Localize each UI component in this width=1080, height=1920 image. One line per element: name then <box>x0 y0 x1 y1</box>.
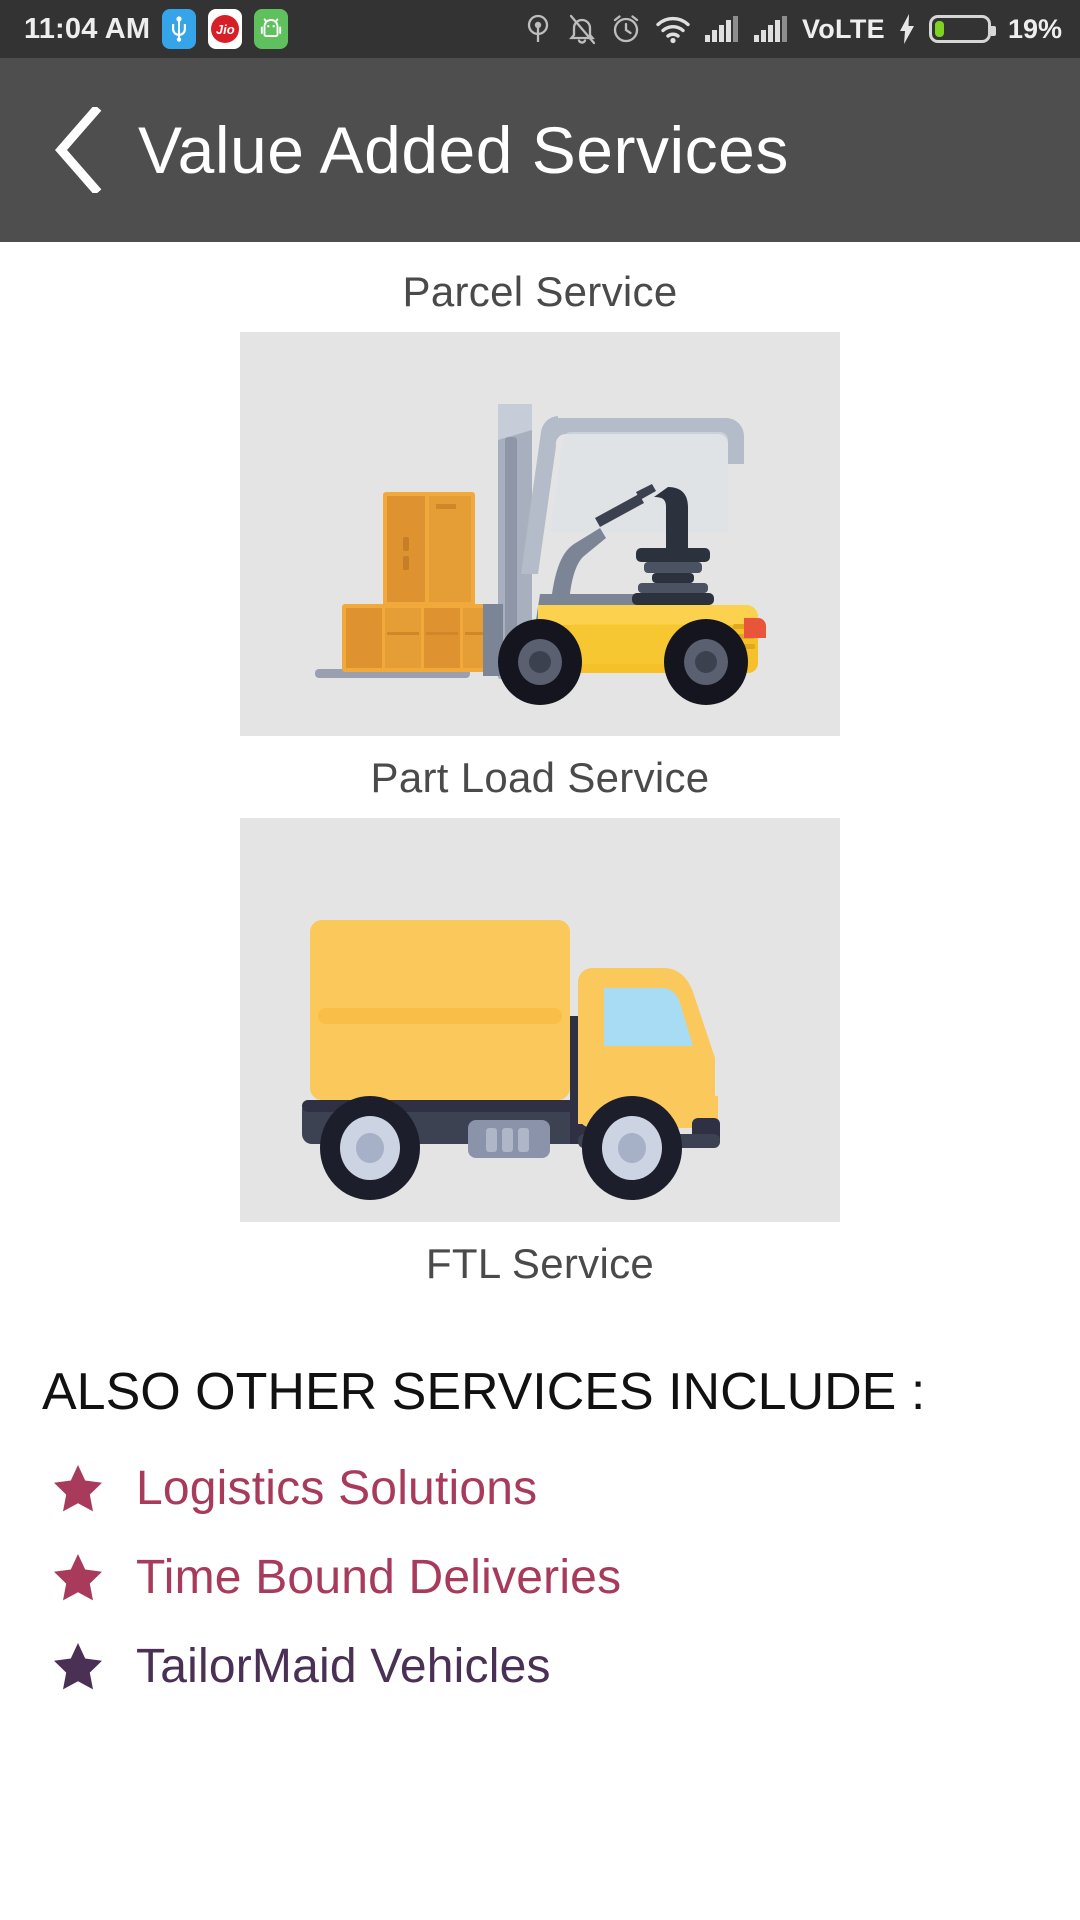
signal-sim1-icon <box>704 15 740 43</box>
forklift-illustration[interactable] <box>240 332 840 736</box>
signal-sim2-icon <box>753 15 789 43</box>
alarm-clock-icon <box>610 13 642 45</box>
truck-illustration[interactable] <box>240 818 840 1222</box>
charging-bolt-icon <box>898 14 916 44</box>
other-service-label: Logistics Solutions <box>136 1462 538 1515</box>
service-label-ftl: FTL Service <box>425 1240 655 1287</box>
service-label-part-load: Part Load Service <box>370 754 710 801</box>
jio-icon-label: Jio <box>211 15 240 43</box>
battery-icon <box>928 15 996 43</box>
usb-icon <box>162 9 197 49</box>
page-title: Value Added Services <box>138 113 789 187</box>
mute-bell-icon <box>567 13 597 45</box>
other-service-label: Time Bound Deliveries <box>136 1551 622 1604</box>
volte-label: VoLTE <box>801 13 885 44</box>
jio-icon: Jio <box>208 9 243 49</box>
star-icon <box>52 1553 108 1603</box>
service-label-parcel: Parcel Service <box>402 268 678 315</box>
status-bar-clock: 11:04 AM <box>24 12 151 45</box>
back-button[interactable] <box>38 102 116 198</box>
other-service-item-logistics-solutions[interactable]: Logistics Solutions <box>0 1444 1080 1533</box>
other-service-item-tailormaid-vehicles[interactable]: TailorMaid Vehicles <box>0 1622 1080 1711</box>
content-area: Parcel Service Part Load Service FTL Ser… <box>0 242 1080 1711</box>
cast-icon <box>522 13 554 45</box>
status-bar-left: 11:04 AM Jio <box>24 9 289 49</box>
wifi-icon <box>655 14 691 44</box>
status-bar: 11:04 AM Jio VoLTE 19% <box>0 0 1080 58</box>
other-services-heading: ALSO OTHER SERVICES INCLUDE : <box>42 1363 926 1421</box>
star-icon <box>52 1464 108 1514</box>
status-bar-right: VoLTE 19% <box>522 13 1062 45</box>
battery-fill <box>934 21 945 37</box>
app-bar: Value Added Services <box>0 58 1080 242</box>
back-chevron-icon <box>55 107 102 193</box>
battery-percent-label: 19% <box>1007 13 1062 44</box>
other-service-label: TailorMaid Vehicles <box>136 1640 551 1693</box>
star-icon <box>52 1642 108 1692</box>
android-robot-icon <box>254 9 289 49</box>
other-service-item-time-bound-deliveries[interactable]: Time Bound Deliveries <box>0 1533 1080 1622</box>
